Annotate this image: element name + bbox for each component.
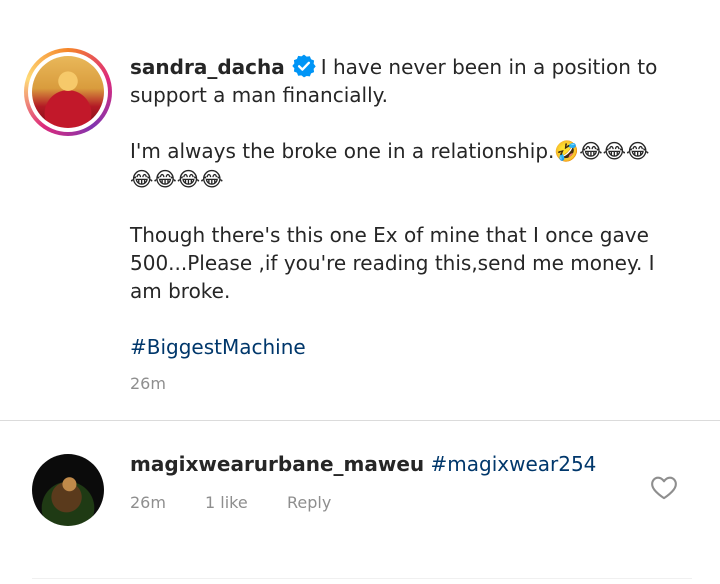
next-comment-row-partial	[32, 578, 692, 584]
post-author-avatar[interactable]	[24, 48, 112, 136]
comment-text: magixwearurbane_maweu #magixwear254	[130, 452, 596, 476]
comment-reply-button[interactable]: Reply	[287, 493, 331, 512]
comment-timestamp: 26m	[130, 493, 166, 512]
comment-like-count[interactable]: 1 like	[205, 493, 248, 512]
divider	[0, 420, 720, 421]
comment-author-avatar[interactable]	[32, 454, 104, 526]
post-author-username[interactable]: sandra_dacha	[130, 55, 285, 79]
post-caption: sandra_dacha I have never been in a posi…	[130, 53, 670, 361]
caption-hashtag[interactable]: #BiggestMachine	[130, 333, 670, 361]
caption-paragraph-2: I'm always the broke one in a relationsh…	[130, 137, 670, 193]
heart-outline-icon[interactable]	[650, 474, 678, 500]
caption-paragraph-3: Though there's this one Ex of mine that …	[130, 223, 655, 303]
verified-badge-icon	[292, 54, 316, 78]
post-timestamp: 26m	[130, 374, 166, 393]
comment-hashtag[interactable]: #magixwear254	[431, 452, 597, 476]
comments-screen: sandra_dacha I have never been in a posi…	[0, 0, 720, 584]
caption-line-2: I'm always the broke one in a relationsh…	[130, 139, 555, 163]
comment-author-username[interactable]: magixwearurbane_maweu	[130, 452, 424, 476]
